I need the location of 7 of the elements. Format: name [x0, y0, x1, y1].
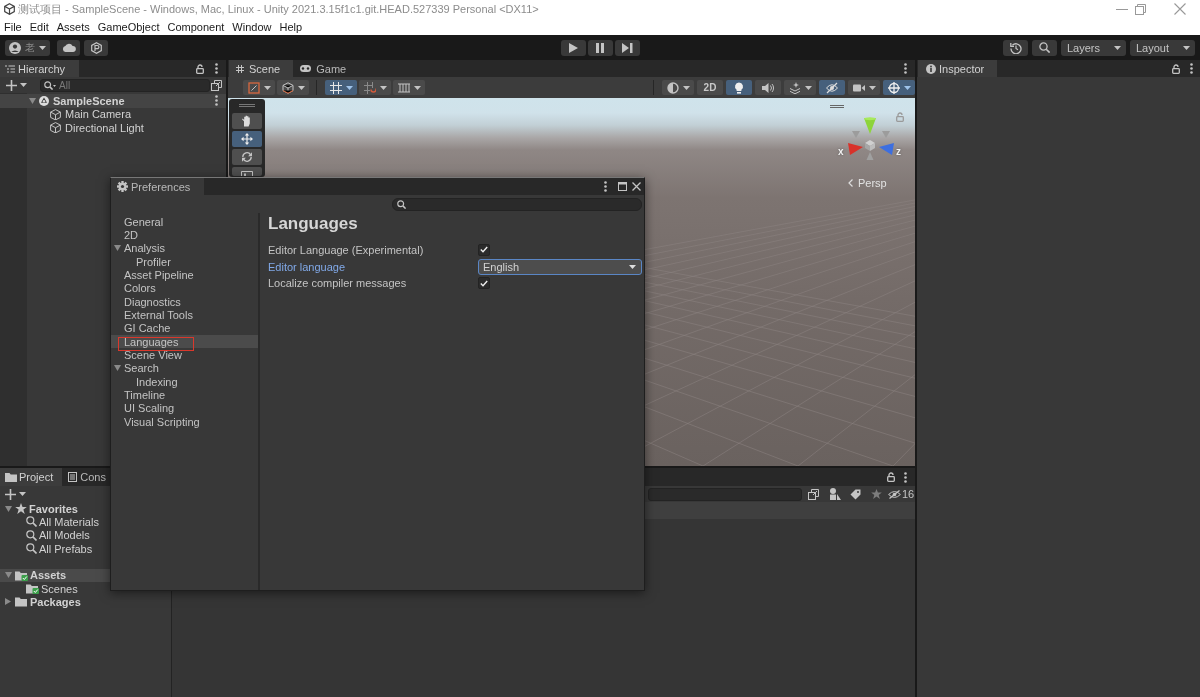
axis-label: z	[896, 146, 901, 157]
window-title: 测试项目 - SampleScene - Windows, Mac, Linux - Unity 2021.3.15f1c1.git.HEAD.527339 Personal <DX11>	[18, 1, 539, 17]
page-title: Languages	[268, 214, 358, 234]
setting-label: Editor language	[268, 260, 347, 273]
setting-label: Localize compiler messages	[268, 277, 408, 290]
axis-label: x	[838, 146, 844, 157]
setting-label: Editor Language (Experimental)	[268, 243, 425, 256]
